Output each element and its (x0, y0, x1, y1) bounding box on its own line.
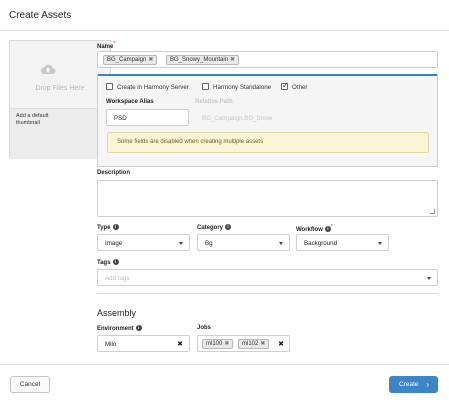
remove-chip-icon[interactable]: ✖ (230, 57, 235, 63)
harmony-standalone-label: Harmony Standalone (213, 84, 272, 91)
disabled-fields-note: Some fields are disabled when creating m… (107, 132, 429, 153)
type-label-text: Type (97, 225, 111, 231)
create-button-label: Create (399, 381, 419, 388)
required-mark: * (113, 41, 116, 47)
tags-label: Tags i (97, 259, 119, 266)
create-in-harmony-label: Create in Harmony Server (117, 84, 189, 91)
name-label: Name* (97, 41, 115, 50)
tags-placeholder: Add tags (105, 275, 130, 282)
workflow-label: Workflow i * (296, 224, 333, 233)
cancel-button[interactable]: Cancel (10, 376, 50, 393)
other-checkbox[interactable]: ✓ (281, 81, 289, 90)
workflow-select[interactable]: Background (296, 234, 389, 251)
assembly-title: Assembly (97, 308, 137, 318)
cloud-upload-icon (40, 64, 56, 74)
category-select[interactable]: Bg (197, 234, 290, 251)
clear-icon[interactable]: ✖ (177, 340, 183, 348)
environment-label-text: Environment (97, 326, 134, 332)
remove-chip-icon[interactable]: ✖ (224, 341, 229, 347)
divider (97, 293, 438, 294)
environment-label: Environment i (97, 325, 142, 332)
jobs-label: Jobs (197, 325, 212, 331)
chevron-down-icon (427, 277, 431, 280)
add-thumbnail-label: Add a default thumbnail (16, 113, 49, 126)
dialog-footer: Cancel Create › (0, 364, 449, 400)
panel-accent-line (98, 74, 437, 76)
workflow-value: Background (304, 240, 338, 247)
environment-input[interactable]: Milo ✖ (97, 335, 190, 352)
other-label: Other (292, 84, 308, 91)
drop-files-text: Drop Files Here (35, 85, 85, 92)
location-panel: Create in Harmony Server Harmony Standal… (97, 74, 438, 167)
info-icon[interactable]: i (225, 224, 232, 230)
thumbnail-dropzone[interactable]: Drop Files Here Add a default thumbnail (9, 40, 111, 159)
dialog-body: Drop Files Here Add a default thumbnail … (0, 31, 449, 364)
harmony-standalone-checkbox[interactable] (202, 83, 209, 90)
chevron-down-icon (378, 242, 382, 245)
type-value: Image (105, 240, 123, 247)
chevron-down-icon (179, 242, 183, 245)
type-select[interactable]: Image (97, 234, 190, 251)
info-icon[interactable]: i (112, 259, 119, 265)
category-value: Bg (205, 240, 213, 247)
relative-path-label: Relative Path (195, 99, 233, 105)
name-chip[interactable]: BG_Snowy_Mountain ✖ (166, 55, 240, 65)
workspace-alias-value: PSD (114, 115, 127, 122)
check-icon: ✓ (282, 81, 289, 90)
create-button[interactable]: Create › (389, 376, 438, 393)
dialog-header: Create Assets (0, 0, 449, 31)
chevron-right-icon: › (426, 380, 429, 389)
dialog-title: Create Assets (9, 10, 72, 21)
description-textarea[interactable] (97, 180, 438, 217)
jobs-input[interactable]: ml100 ✖ ml102 ✖ ✖ (197, 335, 290, 352)
name-field[interactable]: BG_Campaign ✖ BG_Snowy_Mountain ✖ (97, 51, 438, 68)
chevron-down-icon (279, 242, 283, 245)
clear-icon[interactable]: ✖ (278, 340, 284, 348)
category-label-text: Category (197, 225, 224, 231)
relative-path-value: BG_Campaign,BG_Snow (202, 115, 273, 122)
add-thumbnail-caption[interactable]: Add a default thumbnail (10, 108, 110, 159)
name-label-text: Name (97, 44, 114, 50)
info-icon[interactable]: i (135, 325, 142, 331)
job-chip[interactable]: ml102 ✖ (238, 339, 270, 349)
type-label: Type i (97, 224, 119, 231)
workflow-label-text: Workflow (296, 227, 323, 233)
environment-value: Milo (105, 341, 117, 348)
workspace-alias-input[interactable]: PSD (106, 109, 189, 126)
tags-input[interactable]: Add tags (97, 269, 438, 286)
chip-label: ml100 (206, 341, 223, 347)
chip-label: BG_Snowy_Mountain (170, 57, 229, 63)
chip-label: BG_Campaign (107, 57, 147, 63)
tags-label-text: Tags (97, 260, 111, 266)
remove-chip-icon[interactable]: ✖ (148, 57, 153, 63)
job-chip[interactable]: ml100 ✖ (202, 339, 234, 349)
workspace-alias-label: Workspace Alias (106, 99, 154, 105)
info-icon[interactable]: i (112, 224, 119, 230)
remove-chip-icon[interactable]: ✖ (260, 341, 265, 347)
drop-area[interactable]: Drop Files Here (10, 41, 110, 105)
name-chip[interactable]: BG_Campaign ✖ (103, 55, 158, 65)
chip-label: ml102 (242, 341, 259, 347)
create-in-harmony-checkbox[interactable] (106, 83, 113, 90)
required-mark: * (330, 224, 333, 230)
description-label: Description (97, 170, 131, 176)
resize-handle-icon[interactable] (430, 209, 435, 214)
category-label: Category i (197, 224, 232, 231)
